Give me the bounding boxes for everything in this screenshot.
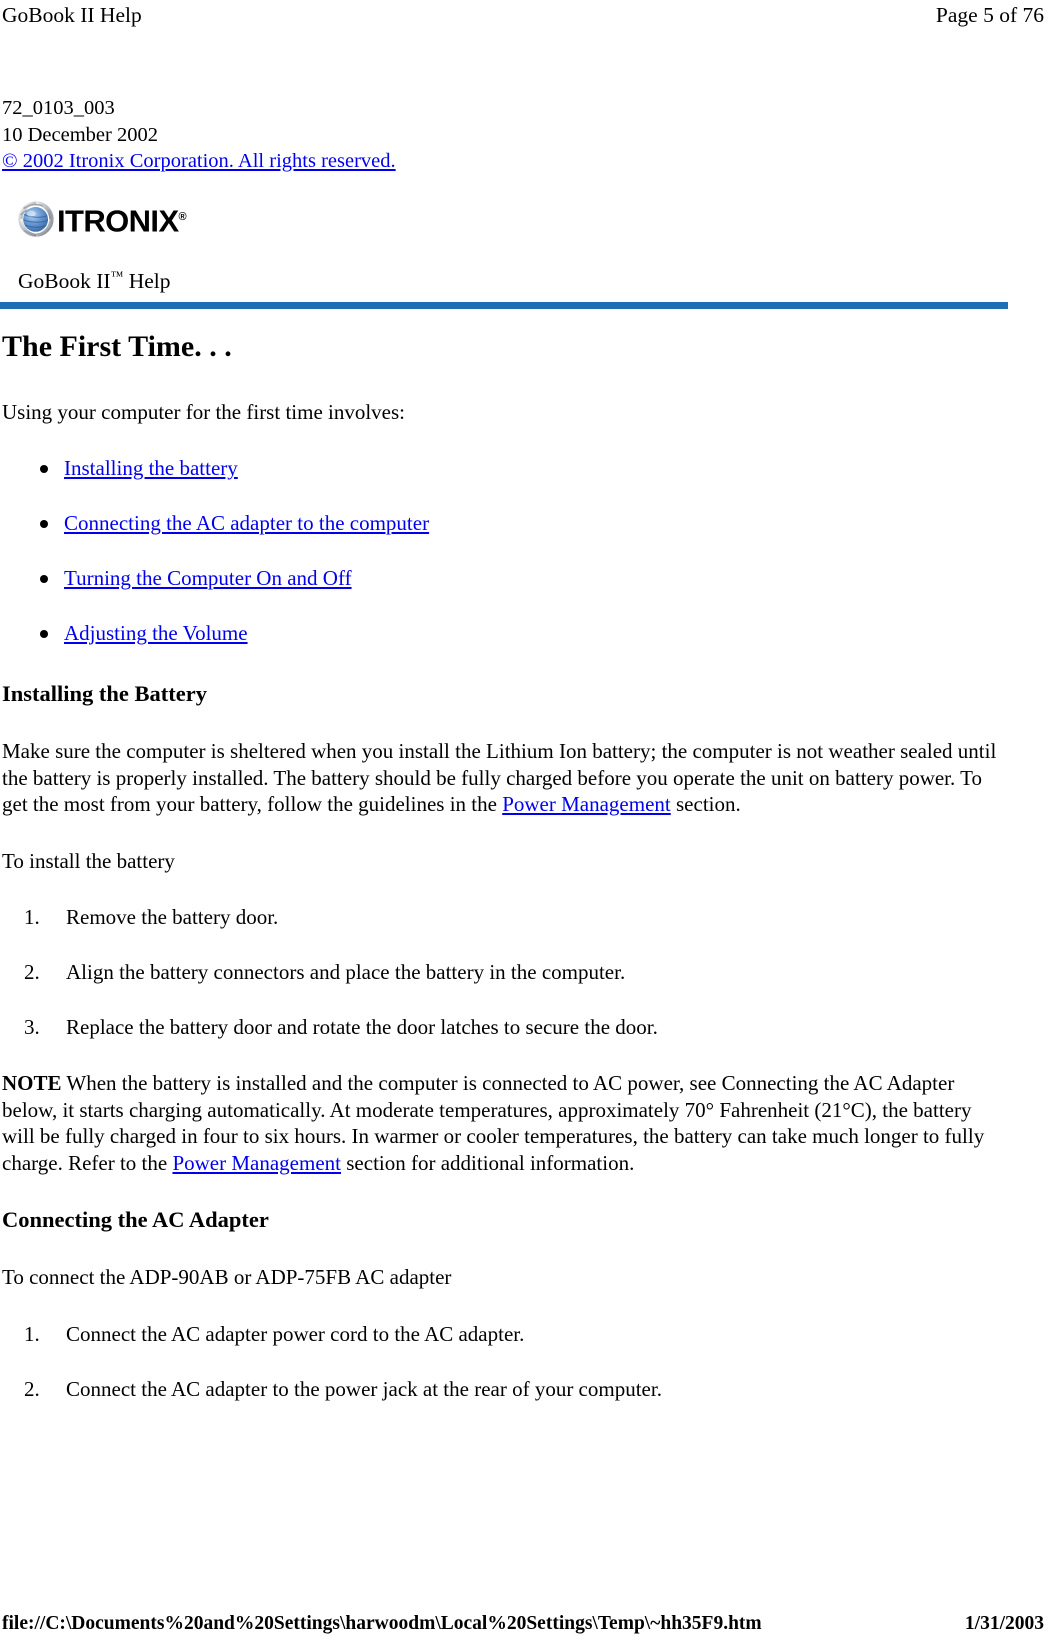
battery-paragraph-part2: section.: [670, 792, 741, 817]
itronix-wordmark: ITRONIX®: [57, 200, 187, 239]
topic-link-list: Installing the battery Connecting the AC…: [2, 455, 1007, 646]
page-title: The First Time. . .: [2, 329, 232, 363]
print-header-page-number: Page 5 of 76: [935, 3, 1044, 27]
trademark-mark: ™: [110, 267, 124, 283]
itronix-wordmark-text: ITRONIX: [57, 203, 179, 239]
print-footer-date: 1/31/2003: [964, 1613, 1044, 1634]
list-item: 2. Align the battery connectors and plac…: [2, 959, 1007, 985]
battery-intro-paragraph: Make sure the computer is sheltered when…: [2, 738, 1007, 818]
step-text: Align the battery connectors and place t…: [66, 960, 626, 985]
blue-divider-rule: [0, 301, 1008, 309]
list-item: Connecting the AC adapter to the compute…: [2, 510, 1007, 536]
list-item: Adjusting the Volume: [2, 620, 1007, 646]
list-item: Installing the battery: [2, 455, 1007, 481]
print-footer: file://C:\Documents%20and%20Settings\har…: [2, 1612, 1046, 1636]
list-item: 1. Remove the battery door.: [2, 904, 1007, 930]
document-number: 72_0103_003: [2, 97, 115, 119]
bullet-icon: [40, 520, 48, 529]
itronix-logo: ITRONIX®: [16, 197, 1007, 241]
step-text: Remove the battery door.: [66, 905, 279, 930]
bullet-icon: [40, 575, 48, 584]
section-heading-connecting-the-ac-adapter: Connecting the AC Adapter: [2, 1207, 269, 1233]
print-footer-path: file://C:\Documents%20and%20Settings\har…: [2, 1613, 762, 1634]
document-info-block: 72_0103_003 10 December 2002 © 2002 Itro…: [2, 95, 1007, 175]
list-item: 3. Replace the battery door and rotate t…: [2, 1014, 1007, 1040]
print-header: GoBook II Help Page 5 of 76: [0, 0, 1050, 34]
note-label: NOTE: [2, 1071, 62, 1096]
list-item: 2. Connect the AC adapter to the power j…: [2, 1376, 1007, 1402]
battery-note-paragraph: NOTE When the battery is installed and t…: [2, 1070, 1007, 1176]
branding-block: ITRONIX® GoBook II™ Help: [16, 197, 1007, 294]
power-management-link[interactable]: Power Management: [172, 1151, 341, 1175]
step-number: 2.: [24, 960, 40, 985]
copyright-line: © 2002 Itronix Corporation. All rights r…: [2, 148, 1007, 175]
product-title: GoBook II™ Help: [18, 263, 1007, 294]
battery-steps-list: 1. Remove the battery door. 2. Align the…: [2, 904, 1007, 1040]
list-item: 1. Connect the AC adapter power cord to …: [2, 1321, 1007, 1347]
step-text: Connect the AC adapter power cord to the…: [66, 1321, 525, 1346]
step-number: 2.: [24, 1376, 40, 1401]
battery-steps-lead-in: To install the battery: [2, 848, 175, 873]
adapter-steps-list: 1. Connect the AC adapter power cord to …: [2, 1321, 1007, 1402]
note-part2: section for additional information.: [341, 1150, 635, 1175]
list-item: Turning the Computer On and Off: [2, 565, 1007, 591]
power-management-link[interactable]: Power Management: [502, 792, 671, 816]
battery-paragraph-part1: Make sure the computer is sheltered when…: [2, 739, 997, 817]
registered-mark: ®: [178, 211, 187, 224]
bullet-icon: [40, 630, 48, 639]
print-header-title: GoBook II Help: [2, 3, 142, 27]
product-title-suffix: Help: [123, 268, 171, 293]
topic-link-adjusting-the-volume[interactable]: Adjusting the Volume: [64, 621, 248, 645]
section-heading-installing-the-battery: Installing the Battery: [2, 681, 207, 707]
topic-link-turning-on-and-off[interactable]: Turning the Computer On and Off: [64, 566, 352, 590]
step-text: Replace the battery door and rotate the …: [66, 1015, 658, 1040]
page-body: 72_0103_003 10 December 2002 © 2002 Itro…: [0, 95, 1008, 1402]
topic-link-installing-the-battery[interactable]: Installing the battery: [64, 456, 238, 480]
intro-paragraph: Using your computer for the first time i…: [2, 399, 406, 424]
step-number: 1.: [24, 905, 40, 930]
bullet-icon: [40, 465, 48, 474]
adapter-steps-lead-in: To connect the ADP-90AB or ADP-75FB AC a…: [2, 1265, 452, 1290]
step-text: Connect the AC adapter to the power jack…: [66, 1376, 662, 1401]
step-number: 1.: [24, 1321, 40, 1346]
document-date: 10 December 2002: [2, 123, 158, 146]
main-content: The First Time. . . Using your computer …: [2, 329, 1007, 1402]
globe-icon: [16, 199, 56, 239]
topic-link-connecting-the-ac-adapter[interactable]: Connecting the AC adapter to the compute…: [64, 511, 429, 535]
step-number: 3.: [24, 1015, 40, 1040]
product-title-prefix: GoBook II: [18, 268, 111, 293]
copyright-link[interactable]: © 2002 Itronix Corporation. All rights r…: [2, 150, 396, 172]
